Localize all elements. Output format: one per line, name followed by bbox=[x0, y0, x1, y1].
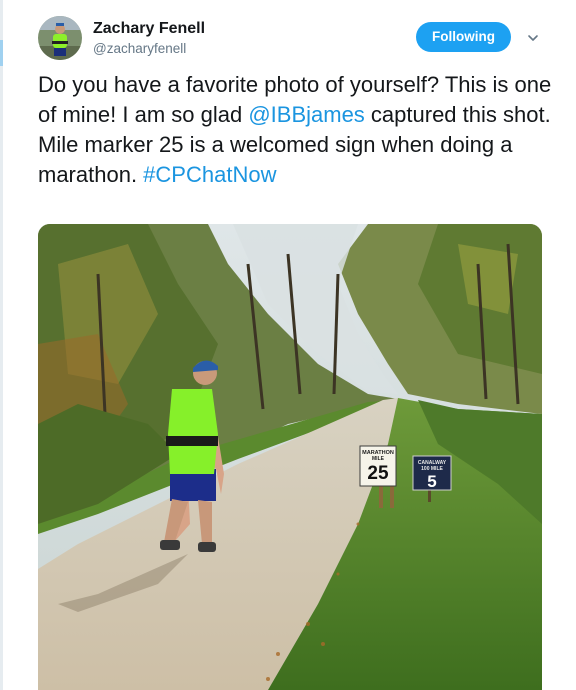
timeline-edge bbox=[0, 0, 3, 690]
user-handle[interactable]: @zacharyfenell bbox=[93, 39, 205, 58]
sign-left-line2: MILE bbox=[372, 456, 385, 462]
sign-right-number: 5 bbox=[427, 472, 436, 491]
display-name[interactable]: Zachary Fenell bbox=[93, 19, 205, 39]
hashtag-link[interactable]: #CPChatNow bbox=[143, 162, 276, 187]
timeline-edge-accent bbox=[0, 40, 3, 66]
tweet-text: Do you have a favorite photo of yourself… bbox=[38, 70, 558, 190]
runner-avatar-icon bbox=[38, 16, 82, 60]
following-button[interactable]: Following bbox=[416, 22, 511, 52]
mention-link[interactable]: @IBBjames bbox=[248, 102, 364, 127]
avatar[interactable] bbox=[38, 16, 82, 60]
user-info: Zachary Fenell @zacharyfenell bbox=[93, 19, 205, 58]
tweet-photo[interactable]: MARATHON MILE 25 CANALWAY 100 MILE 5 bbox=[38, 224, 542, 690]
tweet-card: Zachary Fenell @zacharyfenell Following … bbox=[0, 0, 576, 690]
chevron-down-icon bbox=[528, 35, 538, 41]
sign-left-number: 25 bbox=[367, 463, 389, 484]
photo-image: MARATHON MILE 25 CANALWAY 100 MILE 5 bbox=[38, 224, 542, 690]
more-options-caret[interactable] bbox=[525, 30, 541, 46]
